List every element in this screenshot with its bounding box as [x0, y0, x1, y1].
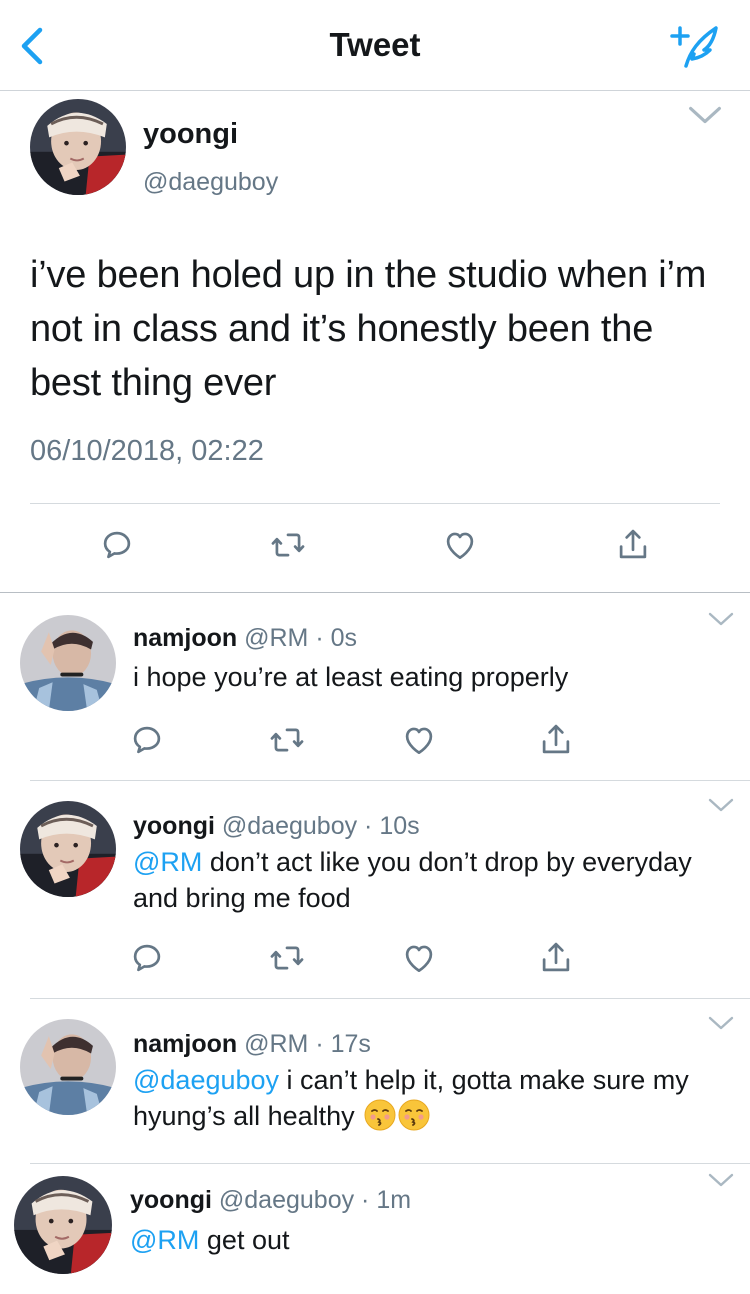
- tweet-actions: [0, 526, 750, 570]
- reply-icon[interactable]: [128, 721, 166, 759]
- kissing-face-icon: [398, 1099, 430, 1131]
- author-name[interactable]: yoongi: [133, 812, 215, 840]
- avatar[interactable]: [20, 1019, 116, 1115]
- reply-icon[interactable]: [98, 526, 136, 564]
- retweet-icon[interactable]: [268, 939, 306, 977]
- retweet-icon[interactable]: [268, 721, 306, 759]
- nav-bar: Tweet: [0, 0, 750, 91]
- main-tweet: yoongi @daeguboy i’ve been holed up in t…: [0, 92, 750, 592]
- tweet-text: @daeguboy i can’t help it, gotta make su…: [133, 1062, 733, 1134]
- chevron-down-icon[interactable]: [708, 797, 734, 813]
- mention-link[interactable]: @RM: [133, 847, 202, 877]
- reply-header: yoongi @daeguboy · 1m: [130, 1186, 411, 1215]
- like-icon[interactable]: [400, 939, 438, 977]
- share-icon[interactable]: [537, 939, 575, 977]
- chevron-down-icon[interactable]: [688, 104, 722, 126]
- chevron-down-icon[interactable]: [708, 611, 734, 627]
- chevron-down-icon[interactable]: [708, 1172, 734, 1188]
- avatar[interactable]: [20, 801, 116, 897]
- chevron-down-icon[interactable]: [708, 1015, 734, 1031]
- tweet-body: i hope you’re at least eating properly: [133, 662, 569, 692]
- tweet-actions: [0, 939, 750, 979]
- reply-header: yoongi @daeguboy · 10s: [133, 812, 420, 841]
- author-meta: @daeguboy · 10s: [221, 812, 420, 840]
- tweet-actions: [0, 721, 750, 761]
- share-icon[interactable]: [537, 721, 575, 759]
- like-icon[interactable]: [400, 721, 438, 759]
- divider: [30, 503, 720, 504]
- kissing-face-icon: [364, 1099, 396, 1131]
- avatar[interactable]: [20, 615, 116, 711]
- avatar[interactable]: [14, 1176, 112, 1274]
- author-name[interactable]: yoongi: [130, 1186, 212, 1214]
- avatar[interactable]: [30, 99, 126, 195]
- author-meta: @daeguboy · 1m: [218, 1186, 412, 1214]
- like-icon[interactable]: [441, 526, 479, 564]
- share-icon[interactable]: [614, 526, 652, 564]
- mention-link[interactable]: @daeguboy: [133, 1065, 279, 1095]
- reply-header: namjoon @RM · 0s: [133, 624, 357, 653]
- tweet-text: @RM get out: [130, 1222, 730, 1258]
- tweet-timestamp: 06/10/2018, 02:22: [30, 435, 264, 467]
- reply-icon[interactable]: [128, 939, 166, 977]
- author-meta: @RM · 0s: [244, 624, 358, 652]
- reply-tweet[interactable]: yoongi @daeguboy · 1m @RM get out: [0, 1164, 750, 1294]
- tweet-text: @RM don’t act like you don’t drop by eve…: [133, 844, 733, 916]
- reply-tweet[interactable]: namjoon @RM · 0s i hope you’re at least …: [0, 593, 750, 781]
- author-handle[interactable]: @daeguboy: [143, 168, 278, 197]
- author-name[interactable]: namjoon: [133, 624, 237, 652]
- reply-header: namjoon @RM · 17s: [133, 1030, 371, 1059]
- author-name[interactable]: yoongi: [143, 118, 238, 151]
- page-title: Tweet: [329, 26, 421, 63]
- author-name[interactable]: namjoon: [133, 1030, 237, 1058]
- tweet-body: get out: [199, 1225, 290, 1255]
- reply-tweet[interactable]: yoongi @daeguboy · 10s @RM don’t act lik…: [0, 781, 750, 999]
- tweet-body: don’t act like you don’t drop by everyda…: [133, 847, 692, 913]
- mention-link[interactable]: @RM: [130, 1225, 199, 1255]
- retweet-icon[interactable]: [269, 526, 307, 564]
- tweet-text: i’ve been holed up in the studio when i’…: [30, 254, 707, 404]
- reply-tweet[interactable]: namjoon @RM · 17s @daeguboy i can’t help…: [0, 999, 750, 1164]
- author-meta: @RM · 17s: [244, 1030, 371, 1058]
- tweet-text: i hope you’re at least eating properly: [133, 659, 733, 695]
- compose-tweet-icon[interactable]: [666, 22, 722, 70]
